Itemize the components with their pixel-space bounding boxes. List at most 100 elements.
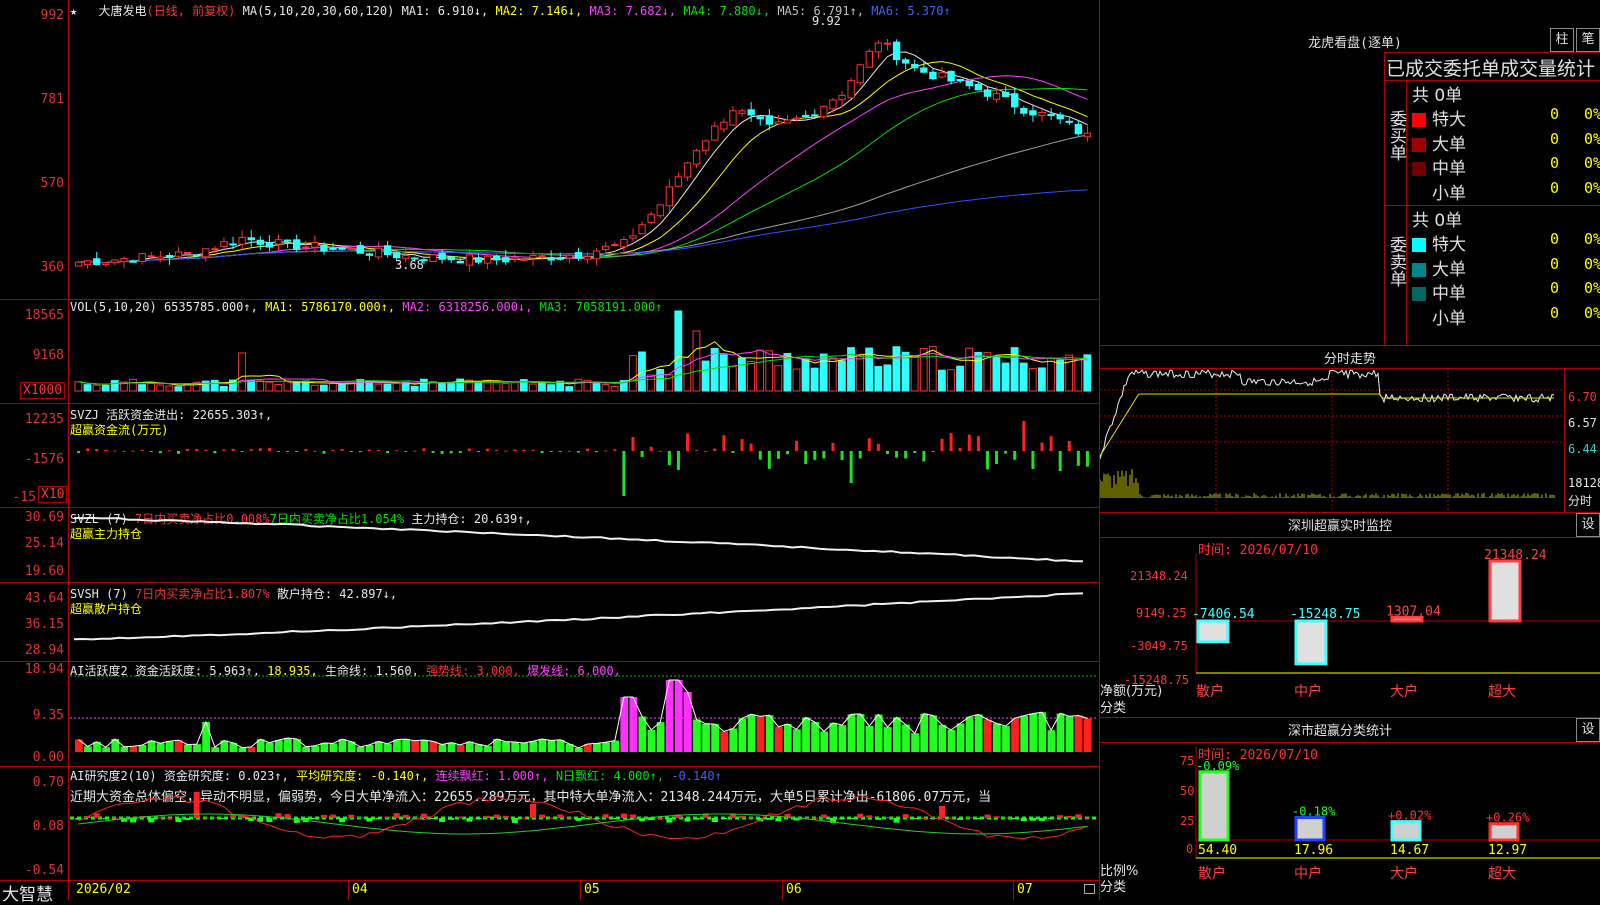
candle: [202, 248, 210, 258]
candle: [193, 254, 201, 257]
volume-bar: [129, 378, 137, 392]
monitor-chart[interactable]: -7406.54 散户 -15248.75 中户 1307.04 大户 21348.24 超大: [1100, 513, 1600, 717]
ai-active-pane[interactable]: AI活跃度2 资金活跃度: 5.963↑, 18.935, 生命线: 1.560…: [0, 662, 1100, 767]
activity-bar: [783, 723, 792, 752]
activity-bar: [847, 714, 856, 752]
volume-pane[interactable]: VOL(5,10,20) 6535785.000↑, MA1: 5786170.…: [0, 300, 1100, 404]
volume-bar: [210, 379, 219, 392]
fundflow-bar: [922, 451, 926, 462]
fundflow-bar: [749, 443, 753, 451]
activity-bar: [893, 717, 901, 752]
date-label: 05: [584, 882, 600, 897]
research-bar: [775, 818, 782, 822]
volume-chart[interactable]: [0, 300, 1100, 403]
order-type-label: 小单: [1432, 183, 1466, 204]
candle: [1029, 110, 1037, 116]
brand-logo[interactable]: 大智慧: [2, 880, 53, 905]
lock-icon[interactable]: [1084, 884, 1095, 894]
classify-panel: 深市超赢分类统计 设 时间: 2026/07/10 75 50 25 0 比例%…: [1100, 718, 1600, 900]
research-bar: [711, 818, 718, 823]
order-color-swatch: [1412, 162, 1426, 176]
candle: [365, 253, 374, 256]
fundflow-bar: [458, 451, 462, 453]
order-percent: 0%: [1584, 230, 1600, 248]
svzj-pane[interactable]: SVZJ 活跃资金进出: 22655.303↑, 超赢资金流(万元) 12235…: [0, 404, 1100, 508]
svzl-chart[interactable]: [0, 508, 1100, 582]
svsh-chart[interactable]: [0, 583, 1100, 661]
volume-bar: [101, 384, 110, 392]
research-bar: [166, 817, 173, 819]
research-bar: [484, 815, 491, 818]
monitor-bar: [1294, 619, 1328, 666]
volume-bar: [219, 386, 228, 392]
candle: [283, 239, 292, 242]
fundflow-bar: [940, 438, 944, 451]
fundflow-bar: [513, 449, 517, 451]
intraday-avg-line: [1100, 393, 1554, 457]
ai-active-chart[interactable]: [0, 662, 1100, 766]
fundflow-bar: [1076, 451, 1080, 466]
classify-label: 大户: [1390, 865, 1418, 882]
activity-bar: [756, 716, 765, 752]
fundflow-bar: [258, 448, 262, 451]
classify-chart[interactable]: -0.09% 54.40 散户 -0.18% 17.96 中户 +0.02% 14.67 大户 +…: [1100, 718, 1600, 900]
research-bar: [966, 817, 973, 819]
candle: [93, 258, 101, 266]
volume-bar: [810, 367, 819, 392]
ai-research-pane[interactable]: AI研究度2(10) 资金研究度: 0.023↑, 平均研究度: -0.140↑…: [0, 767, 1100, 881]
fundflow-bar: [549, 451, 553, 452]
candle: [229, 243, 237, 246]
order-count: 0: [1550, 303, 1560, 322]
fundflow-bar: [649, 446, 653, 451]
activity-bar: [974, 714, 983, 752]
classify-change: +0.02%: [1388, 809, 1432, 823]
fundflow-bar: [140, 449, 144, 451]
fundflow-bar: [713, 448, 717, 451]
volume-bar: [883, 364, 892, 392]
divider: [1384, 52, 1600, 53]
fundflow-bar: [167, 450, 171, 452]
intraday-panel[interactable]: 分时走势 6.70 6.57 6.44 18128 分时: [1100, 346, 1600, 513]
fundflow-bar: [213, 451, 217, 454]
activity-bar: [947, 729, 956, 752]
research-bar: [230, 815, 237, 818]
activity-bar: [874, 714, 883, 752]
volume-bar: [265, 381, 274, 392]
activity-bar: [774, 726, 783, 752]
tick-view-button[interactable]: 笔: [1576, 28, 1600, 52]
order-count: 0: [1550, 254, 1560, 273]
research-bar: [984, 814, 991, 818]
research-bar: [575, 818, 582, 821]
bar-view-button[interactable]: 柱: [1550, 28, 1574, 52]
svsh-pane[interactable]: SVSH (7) 7日内买卖净占比1.807% 散户持仓: 42.897↓, 超…: [0, 583, 1100, 662]
volume-bar: [792, 368, 801, 392]
order-percent: 0%: [1584, 178, 1600, 197]
fundflow-bar: [676, 451, 680, 470]
svzj-chart[interactable]: [0, 404, 1100, 507]
activity-bar: [693, 719, 701, 752]
fundflow-bar: [558, 451, 562, 452]
fundflow-bar: [77, 451, 81, 454]
activity-bar: [547, 740, 556, 752]
classify-bar: [1198, 770, 1230, 842]
volume-bar: [147, 382, 156, 392]
kline-chart[interactable]: [0, 0, 1100, 299]
volume-bar: [874, 366, 883, 392]
volume-bar: [565, 386, 574, 392]
candle: [683, 162, 692, 178]
intraday-y-tick: 6.44: [1568, 442, 1597, 456]
candle: [220, 241, 228, 247]
kline-pane[interactable]: ★ 大唐发电(日线, 前复权) MA(5,10,20,30,60,120) MA…: [0, 0, 1100, 300]
candle: [456, 260, 464, 264]
ai-research-chart[interactable]: [0, 767, 1100, 880]
svzl-pane[interactable]: SVZL (7) 7日内买卖净占比0.008%7日内买卖净占比1.054% 主力…: [0, 508, 1100, 583]
order-percent: 0%: [1584, 303, 1600, 322]
classify-bar: [1488, 822, 1520, 842]
intraday-chart[interactable]: [1100, 346, 1565, 512]
research-bar: [1029, 818, 1036, 821]
fundflow-bar: [840, 451, 844, 461]
research-bar: [430, 818, 437, 819]
candle: [774, 121, 783, 125]
classify-change: +0.26%: [1486, 811, 1530, 825]
research-bar: [1075, 814, 1082, 818]
